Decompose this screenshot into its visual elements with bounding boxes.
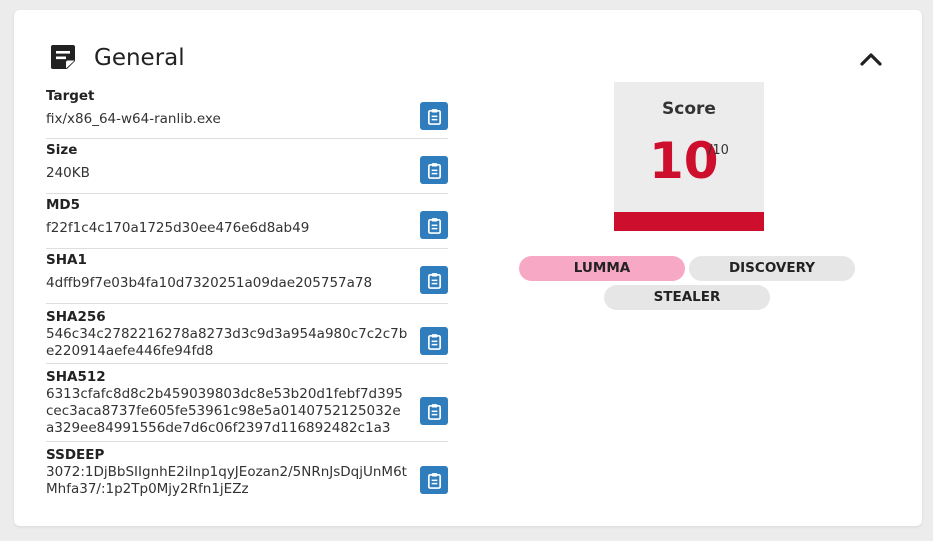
field-label: Size [46, 142, 78, 158]
copy-md5-button[interactable] [420, 211, 448, 239]
field-value: 3072:1DjBbSIIgnhE2iInp1qyJEozan2/5NRnJsD… [46, 464, 407, 497]
field-value: fix/x86_64-w64-ranlib.exe [46, 111, 221, 127]
score-severity-bar [614, 212, 764, 231]
general-panel: General Target fix/x86_64-w64-ranlib.exe… [14, 10, 922, 526]
score-label: Score [662, 99, 716, 119]
score-card: Score 10 /10 [614, 82, 764, 231]
sha256-field: SHA256 546c34c2782216278a8273d3c9d3a954a… [46, 304, 448, 364]
score-max: /10 [708, 143, 729, 158]
size-field: Size 240KB [46, 139, 448, 194]
field-label: MD5 [46, 197, 81, 213]
copy-sha512-button[interactable] [420, 397, 448, 425]
clipboard-icon [427, 272, 441, 289]
file-info-list: Target fix/x86_64-w64-ranlib.exe Size 24… [46, 85, 448, 502]
sha512-field: SHA512 6313cfafc8d8c2b459039803dc8e53b20… [46, 364, 448, 442]
field-value: 4dffb9f7e03b4fa10d7320251a09dae205757a78 [46, 275, 373, 291]
md5-field: MD5 f22f1c4c170a1725d30ee476e6d8ab49 [46, 194, 448, 249]
field-label: SHA256 [46, 309, 106, 325]
sha1-field: SHA1 4dffb9f7e03b4fa10d7320251a09dae2057… [46, 249, 448, 304]
field-label: Target [46, 88, 95, 104]
field-value: 6313cfafc8d8c2b459039803dc8e53b20d1febf7… [46, 386, 403, 436]
field-value: 546c34c2782216278a8273d3c9d3a954a980c7c2… [46, 326, 408, 359]
clipboard-icon [427, 108, 441, 125]
score-value: 10 [649, 132, 719, 190]
clipboard-icon [427, 333, 441, 350]
target-field: Target fix/x86_64-w64-ranlib.exe [46, 85, 448, 139]
section-title: General [94, 45, 185, 71]
clipboard-icon [427, 472, 441, 489]
copy-sha1-button[interactable] [420, 266, 448, 294]
copy-ssdeep-button[interactable] [420, 466, 448, 494]
field-value: f22f1c4c170a1725d30ee476e6d8ab49 [46, 220, 310, 236]
copy-target-button[interactable] [420, 102, 448, 130]
clipboard-icon [427, 217, 441, 234]
field-label: SHA1 [46, 252, 87, 268]
field-label: SSDEEP [46, 447, 105, 463]
field-value: 240KB [46, 165, 90, 181]
copy-sha256-button[interactable] [420, 327, 448, 355]
tag-stealer[interactable]: STEALER [604, 285, 770, 310]
ssdeep-field: SSDEEP 3072:1DjBbSIIgnhE2iInp1qyJEozan2/… [46, 442, 448, 502]
chevron-up-icon[interactable] [857, 48, 885, 70]
clipboard-icon [427, 403, 441, 420]
clipboard-icon [427, 162, 441, 179]
copy-size-button[interactable] [420, 156, 448, 184]
tag-lumma[interactable]: LUMMA [519, 256, 685, 281]
note-icon [51, 45, 75, 69]
tag-discovery[interactable]: DISCOVERY [689, 256, 855, 281]
field-label: SHA512 [46, 369, 106, 385]
